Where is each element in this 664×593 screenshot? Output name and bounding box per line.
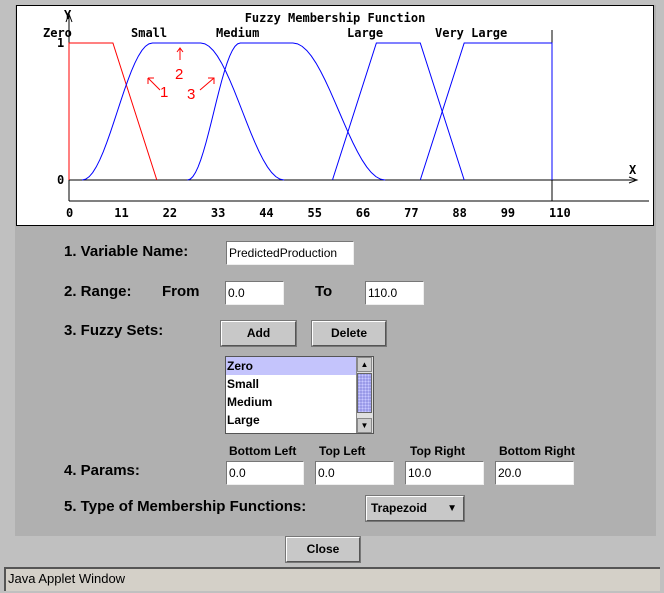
range-to-input[interactable]: 110.0 <box>365 281 424 305</box>
annotation-label: 2 <box>175 66 183 83</box>
annotation-arrow-icon <box>199 77 215 91</box>
membership-curve-medium <box>187 42 386 181</box>
annotation-arrow-icon <box>176 47 184 60</box>
bottom-right-input[interactable]: 20.0 <box>495 461 574 485</box>
top-left-label: Top Left <box>319 444 366 458</box>
series-label: Large <box>347 26 383 40</box>
x-tick-label: 22 <box>163 206 177 220</box>
x-tick-label: 11 <box>114 206 128 220</box>
bottom-left-input[interactable]: 0.0 <box>226 461 304 485</box>
to-label: To <box>315 283 333 300</box>
top-right-label: Top Right <box>410 444 466 458</box>
x-tick-label: 88 <box>452 206 466 220</box>
dropdown-arrow-icon: ▼ <box>447 503 457 514</box>
y-axis-label: Y <box>64 8 72 22</box>
params-label: 4. Params: <box>64 462 140 479</box>
add-button[interactable]: Add <box>221 321 296 346</box>
x-tick-label: 99 <box>501 206 515 220</box>
x-axis-label: X <box>629 163 637 177</box>
x-tick-label: 110 <box>549 206 571 220</box>
fuzzy-sets-label: 3. Fuzzy Sets: <box>64 322 164 339</box>
variable-name-label: 1. Variable Name: <box>64 243 189 260</box>
x-tick-label: 55 <box>308 206 322 220</box>
fuzzy-sets-list[interactable]: Zero Small Medium Large ▲ ▼ <box>225 356 374 434</box>
annotation-label: 3 <box>187 86 195 103</box>
x-tick-label: 0 <box>66 206 73 220</box>
series-label: Very Large <box>435 26 507 40</box>
x-tick-label: 77 <box>404 206 418 220</box>
annotation-label: 1 <box>160 84 168 101</box>
series-label: Small <box>131 26 167 40</box>
close-button[interactable]: Close <box>286 537 360 562</box>
list-scrollbar[interactable]: ▲ ▼ <box>356 357 373 433</box>
status-bar: Java Applet Window <box>4 567 660 591</box>
range-label: 2. Range: <box>64 283 132 300</box>
chart-title: Fuzzy Membership Function <box>245 11 426 25</box>
list-item[interactable]: Large <box>226 411 373 429</box>
x-tick-label: 33 <box>211 206 225 220</box>
membership-chart: X Y Fuzzy Membership Function 0 1 0 11 22 33 44 55… <box>16 5 654 226</box>
scroll-down-arrow-icon[interactable]: ▼ <box>357 418 372 433</box>
list-item[interactable]: Zero <box>226 357 357 375</box>
membership-curve-very-large <box>419 42 553 181</box>
type-label: 5. Type of Membership Functions: <box>64 498 307 515</box>
series-label: Medium <box>216 26 259 40</box>
scrollbar-thumb[interactable] <box>357 373 372 413</box>
from-label: From <box>162 283 200 300</box>
range-from-input[interactable]: 0.0 <box>225 281 284 305</box>
annotation-arrow-icon <box>147 77 161 91</box>
series-label: Zero <box>43 26 72 40</box>
select-value: Trapezoid <box>371 501 428 515</box>
membership-curve-large <box>331 42 465 181</box>
top-right-input[interactable]: 10.0 <box>405 461 484 485</box>
x-tick-label: 66 <box>356 206 370 220</box>
variable-name-input[interactable]: PredictedProduction <box>226 241 354 265</box>
chart-svg: X Y Fuzzy Membership Function 0 1 0 11 22 33 44 55… <box>43 8 649 220</box>
list-item[interactable]: Small <box>226 375 373 393</box>
membership-curve-small <box>82 42 285 181</box>
y-tick-label: 0 <box>57 173 64 187</box>
membership-type-select[interactable]: Trapezoid ▼ <box>366 496 464 521</box>
membership-curve-zero <box>68 42 158 181</box>
x-tick-label: 44 <box>259 206 273 220</box>
list-item[interactable]: Medium <box>226 393 373 411</box>
bottom-left-label: Bottom Left <box>229 444 297 458</box>
scroll-up-arrow-icon[interactable]: ▲ <box>357 357 372 372</box>
top-left-input[interactable]: 0.0 <box>315 461 394 485</box>
delete-button[interactable]: Delete <box>312 321 386 346</box>
bottom-right-label: Bottom Right <box>499 444 575 458</box>
